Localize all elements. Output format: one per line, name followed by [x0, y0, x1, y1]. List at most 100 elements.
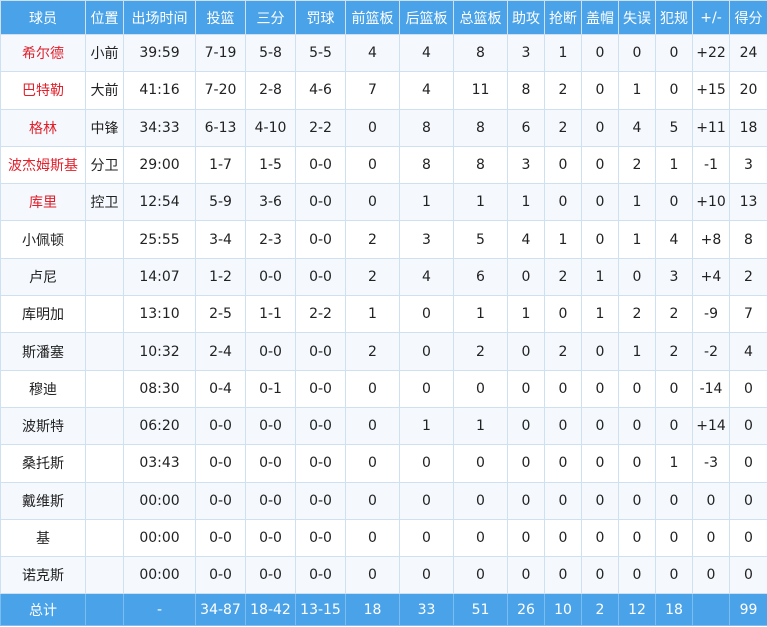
player-fouls: 0 [655, 183, 693, 222]
header-field-goals[interactable]: 投篮 [195, 0, 246, 35]
player-total-rebounds: 1 [453, 295, 508, 334]
player-name[interactable]: 格林 [0, 108, 86, 147]
header-fouls[interactable]: 犯规 [655, 0, 693, 35]
player-assists: 3 [507, 33, 545, 73]
table-row: 格林 中锋 34:33 6-13 4-10 2-2 0 8 8 6 2 0 4 5 +11 18 [0, 108, 767, 147]
player-three-points: 0-0 [245, 444, 296, 483]
table-row: 库明加 13:10 2-5 1-1 2-2 1 0 1 1 0 1 2 2 -9 7 [0, 295, 767, 334]
player-plus-minus: +14 [692, 406, 730, 446]
player-three-points: 0-0 [245, 556, 296, 595]
player-name[interactable]: 卢尼 [0, 257, 86, 297]
header-player[interactable]: 球员 [0, 0, 86, 35]
player-free-throws: 0-0 [295, 369, 346, 408]
player-blocks: 0 [581, 145, 619, 185]
player-position [85, 518, 124, 558]
header-total-rebounds[interactable]: 总篮板 [453, 0, 508, 35]
player-fouls: 0 [655, 369, 693, 408]
player-steals: 0 [544, 481, 582, 520]
player-three-points: 0-0 [245, 518, 296, 558]
header-free-throws[interactable]: 罚球 [295, 0, 346, 35]
total-rebounds: 51 [453, 593, 508, 627]
header-assists[interactable]: 助攻 [507, 0, 545, 35]
player-minutes: 29:00 [123, 145, 196, 185]
player-offensive-rebounds: 1 [345, 295, 400, 334]
header-defensive-rebounds[interactable]: 后篮板 [399, 0, 454, 35]
player-points: 0 [729, 518, 767, 558]
player-fouls: 5 [655, 108, 693, 147]
player-field-goals: 6-13 [195, 108, 246, 147]
player-points: 24 [729, 33, 767, 73]
header-points[interactable]: 得分 [729, 0, 767, 35]
player-name[interactable]: 希尔德 [0, 33, 86, 73]
header-offensive-rebounds[interactable]: 前篮板 [345, 0, 400, 35]
player-minutes: 14:07 [123, 257, 196, 297]
player-three-points: 0-0 [245, 481, 296, 520]
player-field-goals: 0-0 [195, 481, 246, 520]
player-free-throws: 0-0 [295, 257, 346, 297]
player-minutes: 06:20 [123, 406, 196, 446]
total-blocks: 2 [581, 593, 619, 627]
player-blocks: 0 [581, 71, 619, 110]
total-field-goals: 34-87 [195, 593, 246, 627]
player-three-points: 1-5 [245, 145, 296, 185]
player-name[interactable]: 库明加 [0, 295, 86, 334]
player-position [85, 556, 124, 595]
player-points: 0 [729, 556, 767, 595]
player-position: 分卫 [85, 145, 124, 185]
header-blocks[interactable]: 盖帽 [581, 0, 619, 35]
player-blocks: 0 [581, 444, 619, 483]
player-total-rebounds: 0 [453, 444, 508, 483]
player-name[interactable]: 斯潘塞 [0, 332, 86, 371]
player-blocks: 0 [581, 556, 619, 595]
player-total-rebounds: 5 [453, 220, 508, 259]
player-total-rebounds: 8 [453, 108, 508, 147]
player-assists: 0 [507, 518, 545, 558]
player-name[interactable]: 穆迪 [0, 369, 86, 408]
total-label: 总计 [0, 593, 86, 627]
player-steals: 0 [544, 369, 582, 408]
player-steals: 0 [544, 406, 582, 446]
player-name[interactable]: 桑托斯 [0, 444, 86, 483]
player-name[interactable]: 小佩顿 [0, 220, 86, 259]
player-name[interactable]: 库里 [0, 183, 86, 222]
player-points: 18 [729, 108, 767, 147]
total-defensive-rebounds: 33 [399, 593, 454, 627]
player-name[interactable]: 波斯特 [0, 406, 86, 446]
player-name[interactable]: 波杰姆斯基 [0, 145, 86, 185]
player-plus-minus: -14 [692, 369, 730, 408]
player-position [85, 444, 124, 483]
player-field-goals: 0-0 [195, 518, 246, 558]
player-position [85, 406, 124, 446]
player-fouls: 2 [655, 332, 693, 371]
player-free-throws: 0-0 [295, 518, 346, 558]
header-position[interactable]: 位置 [85, 0, 124, 35]
header-steals[interactable]: 抢断 [544, 0, 582, 35]
player-total-rebounds: 2 [453, 332, 508, 371]
player-blocks: 0 [581, 518, 619, 558]
header-three-points[interactable]: 三分 [245, 0, 296, 35]
header-turnovers[interactable]: 失误 [618, 0, 656, 35]
player-points: 3 [729, 145, 767, 185]
player-name[interactable]: 戴维斯 [0, 481, 86, 520]
total-minutes: - [123, 593, 196, 627]
player-turnovers: 0 [618, 556, 656, 595]
player-name[interactable]: 基 [0, 518, 86, 558]
player-assists: 4 [507, 220, 545, 259]
player-defensive-rebounds: 0 [399, 369, 454, 408]
player-offensive-rebounds: 2 [345, 220, 400, 259]
player-name[interactable]: 巴特勒 [0, 71, 86, 110]
player-assists: 3 [507, 145, 545, 185]
player-field-goals: 0-4 [195, 369, 246, 408]
player-three-points: 0-0 [245, 332, 296, 371]
header-plus-minus[interactable]: +/- [692, 0, 730, 35]
player-blocks: 0 [581, 183, 619, 222]
player-free-throws: 2-2 [295, 295, 346, 334]
player-name[interactable]: 诺克斯 [0, 556, 86, 595]
player-minutes: 34:33 [123, 108, 196, 147]
total-position [85, 593, 124, 627]
player-free-throws: 0-0 [295, 481, 346, 520]
header-minutes[interactable]: 出场时间 [123, 0, 196, 35]
player-defensive-rebounds: 4 [399, 257, 454, 297]
player-three-points: 4-10 [245, 108, 296, 147]
player-offensive-rebounds: 0 [345, 406, 400, 446]
